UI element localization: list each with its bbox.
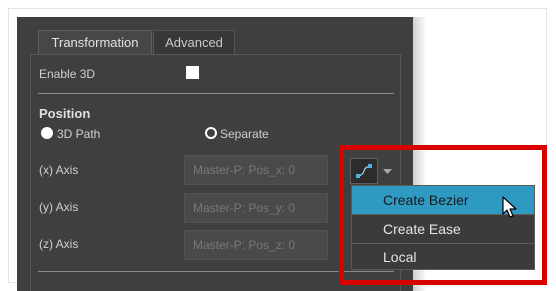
x-axis-field[interactable]: Master-P: Pos_x: 0 <box>184 155 328 185</box>
radio-separate-label: Separate <box>220 127 269 141</box>
radio-separate[interactable] <box>205 127 217 139</box>
y-axis-field[interactable]: Master-P: Pos_y: 0 <box>184 193 328 223</box>
tab-advanced[interactable]: Advanced <box>153 30 235 54</box>
radio-3d-path-label: 3D Path <box>57 127 101 141</box>
z-axis-label: (z) Axis <box>39 237 79 251</box>
radio-3d-path[interactable] <box>41 127 53 139</box>
position-heading: Position <box>39 106 91 121</box>
enable-3d-checkbox[interactable] <box>186 66 199 79</box>
tab-transformation[interactable]: Transformation <box>38 30 152 54</box>
section-divider <box>38 93 394 94</box>
x-axis-label: (x) Axis <box>39 163 79 177</box>
z-axis-field[interactable]: Master-P: Pos_z: 0 <box>184 230 328 260</box>
enable-3d-label: Enable 3D <box>39 67 96 81</box>
y-axis-label: (y) Axis <box>39 200 79 214</box>
mouse-cursor-icon <box>502 196 518 225</box>
